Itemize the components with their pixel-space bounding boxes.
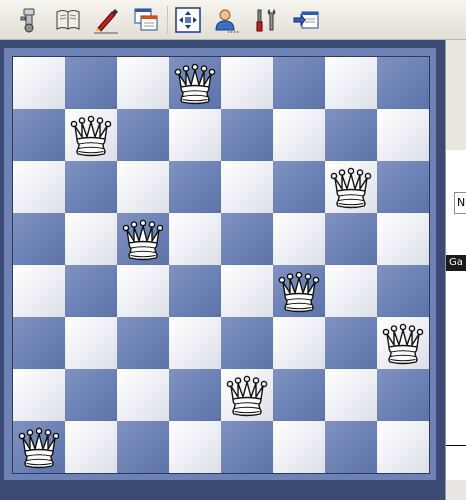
square-c1[interactable] <box>117 421 169 473</box>
user-icon[interactable] <box>210 4 242 36</box>
square-g6[interactable] <box>325 161 377 213</box>
square-a4[interactable] <box>13 265 65 317</box>
square-g3[interactable] <box>325 317 377 369</box>
square-f2[interactable] <box>273 369 325 421</box>
square-b2[interactable] <box>65 369 117 421</box>
white-queen-icon[interactable] <box>380 320 426 366</box>
square-a5[interactable] <box>13 213 65 265</box>
square-c6[interactable] <box>117 161 169 213</box>
app-window: N Ga <box>0 0 466 500</box>
window-arrow-icon[interactable] <box>290 4 322 36</box>
white-queen-icon[interactable] <box>328 164 374 210</box>
square-f8[interactable] <box>273 57 325 109</box>
toolbar-separator <box>167 6 168 34</box>
square-g8[interactable] <box>325 57 377 109</box>
fit-board-icon[interactable] <box>172 4 204 36</box>
windows-icon[interactable] <box>130 4 162 36</box>
tools-icon[interactable] <box>250 4 282 36</box>
pen-icon[interactable] <box>90 4 122 36</box>
side-panel-top <box>446 40 466 150</box>
square-d3[interactable] <box>169 317 221 369</box>
square-g5[interactable] <box>325 213 377 265</box>
square-a7[interactable] <box>13 109 65 161</box>
square-b6[interactable] <box>65 161 117 213</box>
square-c3[interactable] <box>117 317 169 369</box>
square-a3[interactable] <box>13 317 65 369</box>
square-b4[interactable] <box>65 265 117 317</box>
square-f4[interactable] <box>273 265 325 317</box>
white-queen-icon[interactable] <box>120 216 166 262</box>
square-d2[interactable] <box>169 369 221 421</box>
square-b7[interactable] <box>65 109 117 161</box>
square-d5[interactable] <box>169 213 221 265</box>
white-queen-icon[interactable] <box>276 268 322 314</box>
side-panel-field[interactable]: N <box>454 192 466 214</box>
square-d4[interactable] <box>169 265 221 317</box>
square-f6[interactable] <box>273 161 325 213</box>
square-c8[interactable] <box>117 57 169 109</box>
square-e6[interactable] <box>221 161 273 213</box>
square-c7[interactable] <box>117 109 169 161</box>
square-g2[interactable] <box>325 369 377 421</box>
square-e7[interactable] <box>221 109 273 161</box>
square-h3[interactable] <box>377 317 429 369</box>
square-e2[interactable] <box>221 369 273 421</box>
square-c5[interactable] <box>117 213 169 265</box>
square-d8[interactable] <box>169 57 221 109</box>
side-panel: N Ga <box>445 40 466 500</box>
square-h6[interactable] <box>377 161 429 213</box>
chess-board <box>12 56 430 474</box>
square-a2[interactable] <box>13 369 65 421</box>
white-queen-icon[interactable] <box>172 60 218 106</box>
square-a1[interactable] <box>13 421 65 473</box>
square-h2[interactable] <box>377 369 429 421</box>
square-e8[interactable] <box>221 57 273 109</box>
engine-icon[interactable] <box>14 4 46 36</box>
square-b3[interactable] <box>65 317 117 369</box>
side-panel-header: Ga <box>446 255 466 271</box>
white-queen-icon[interactable] <box>224 372 270 418</box>
square-f3[interactable] <box>273 317 325 369</box>
square-a6[interactable] <box>13 161 65 213</box>
square-d6[interactable] <box>169 161 221 213</box>
square-f7[interactable] <box>273 109 325 161</box>
board-frame <box>4 48 436 480</box>
square-h8[interactable] <box>377 57 429 109</box>
square-c4[interactable] <box>117 265 169 317</box>
square-b1[interactable] <box>65 421 117 473</box>
white-queen-icon[interactable] <box>68 112 114 158</box>
book-icon[interactable] <box>52 4 84 36</box>
square-e3[interactable] <box>221 317 273 369</box>
square-a8[interactable] <box>13 57 65 109</box>
square-e4[interactable] <box>221 265 273 317</box>
square-b8[interactable] <box>65 57 117 109</box>
square-g1[interactable] <box>325 421 377 473</box>
square-b5[interactable] <box>65 213 117 265</box>
square-h5[interactable] <box>377 213 429 265</box>
square-d7[interactable] <box>169 109 221 161</box>
square-h7[interactable] <box>377 109 429 161</box>
square-e5[interactable] <box>221 213 273 265</box>
square-g4[interactable] <box>325 265 377 317</box>
toolbar <box>0 0 466 40</box>
square-h4[interactable] <box>377 265 429 317</box>
side-panel-divider <box>446 445 466 446</box>
square-e1[interactable] <box>221 421 273 473</box>
square-c2[interactable] <box>117 369 169 421</box>
side-panel-bottom <box>446 480 466 500</box>
square-g7[interactable] <box>325 109 377 161</box>
white-queen-icon[interactable] <box>16 424 62 470</box>
square-h1[interactable] <box>377 421 429 473</box>
square-d1[interactable] <box>169 421 221 473</box>
square-f5[interactable] <box>273 213 325 265</box>
square-f1[interactable] <box>273 421 325 473</box>
